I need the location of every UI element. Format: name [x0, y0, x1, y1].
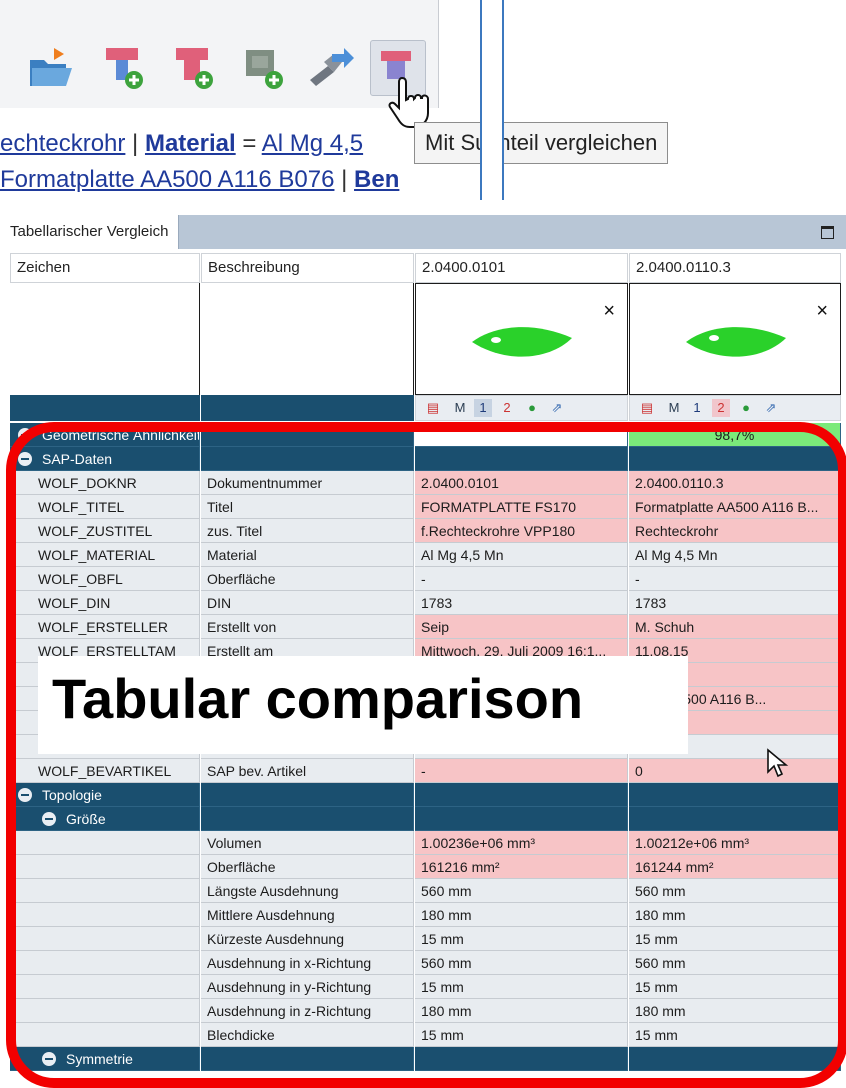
- part-a-preview-icon: [472, 327, 572, 357]
- mode-m-button[interactable]: M: [452, 399, 468, 417]
- breadcrumb-equals: =: [235, 130, 262, 157]
- open-folder-button[interactable]: [24, 40, 78, 94]
- thumbnail-spacer: [10, 283, 200, 395]
- breadcrumb-link-material-value[interactable]: Al Mg 4,5: [262, 130, 363, 157]
- column-header-beschreibung[interactable]: Beschreibung: [201, 253, 414, 283]
- panel-tab-title[interactable]: Tabellarischer Vergleich: [0, 215, 180, 249]
- breadcrumb-link-profile[interactable]: echteckrohr: [0, 130, 125, 157]
- bolt-transfer-icon: [310, 48, 354, 86]
- mode-m-button[interactable]: M: [666, 399, 682, 417]
- highlight-frame: [6, 422, 846, 1088]
- bolt-transfer-button[interactable]: [302, 40, 356, 94]
- close-icon[interactable]: ×: [816, 300, 828, 323]
- part-b-preview-icon: [686, 327, 786, 357]
- breadcrumb-line-1: echteckrohr | Material = Al Mg 4,5: [0, 130, 363, 158]
- open-folder-icon: [30, 48, 72, 86]
- part-b-thumbnail[interactable]: ×: [629, 283, 841, 395]
- column-header-part-b[interactable]: 2.0400.0110.3: [629, 253, 841, 283]
- panel-titlebar: Tabellarischer Vergleich: [0, 215, 846, 249]
- main-window-top: echteckrohr | Material = Al Mg 4,5 Forma…: [0, 0, 846, 200]
- column-header-part-a[interactable]: 2.0400.0101: [415, 253, 628, 283]
- add-green-part-icon: [246, 50, 283, 89]
- view-1-button[interactable]: 1: [474, 399, 492, 417]
- view-2-button[interactable]: 2: [498, 399, 516, 417]
- add-red-part-icon: [176, 48, 213, 89]
- ruler-icon[interactable]: ▤: [424, 399, 442, 417]
- close-icon[interactable]: ×: [603, 300, 615, 323]
- breadcrumb-link-title[interactable]: Formatplatte AA500 A116 B076: [0, 166, 334, 193]
- breadcrumb-line-2: Formatplatte AA500 A116 B076 | Ben: [0, 166, 399, 194]
- add-red-part-button[interactable]: [166, 40, 220, 94]
- breadcrumb-link-ben[interactable]: Ben: [354, 166, 399, 193]
- add-green-part-button[interactable]: [236, 40, 290, 94]
- toolbar: [0, 0, 439, 128]
- column-header-zeichen[interactable]: Zeichen: [10, 253, 200, 283]
- view-2-button[interactable]: 2: [712, 399, 730, 417]
- export-icon[interactable]: ⇗: [546, 399, 568, 417]
- part-b-controls: ▤ M 1 2 ● ⇗: [629, 395, 841, 421]
- breadcrumb-separator-2: |: [334, 166, 355, 193]
- thumbnail-spacer: [201, 283, 414, 395]
- control-spacer: [201, 395, 414, 421]
- tooltip: Mit Suchteil vergleichen: [414, 122, 669, 164]
- maximize-icon[interactable]: [821, 226, 834, 239]
- globe-icon[interactable]: ●: [736, 399, 756, 417]
- ruler-icon[interactable]: ▤: [638, 399, 656, 417]
- export-icon[interactable]: ⇗: [760, 399, 782, 417]
- splitter[interactable]: [480, 0, 504, 200]
- add-part-button[interactable]: [96, 40, 150, 94]
- control-spacer: [10, 395, 200, 421]
- breadcrumb-separator: |: [125, 130, 145, 157]
- globe-icon[interactable]: ●: [522, 399, 542, 417]
- view-1-button[interactable]: 1: [688, 399, 706, 417]
- part-a-thumbnail[interactable]: ×: [415, 283, 628, 395]
- part-a-controls: ▤ M 1 2 ● ⇗: [415, 395, 628, 421]
- add-part-icon: [106, 48, 143, 89]
- mouse-pointer-icon: [767, 748, 789, 778]
- breadcrumb-link-material[interactable]: Material: [145, 130, 236, 157]
